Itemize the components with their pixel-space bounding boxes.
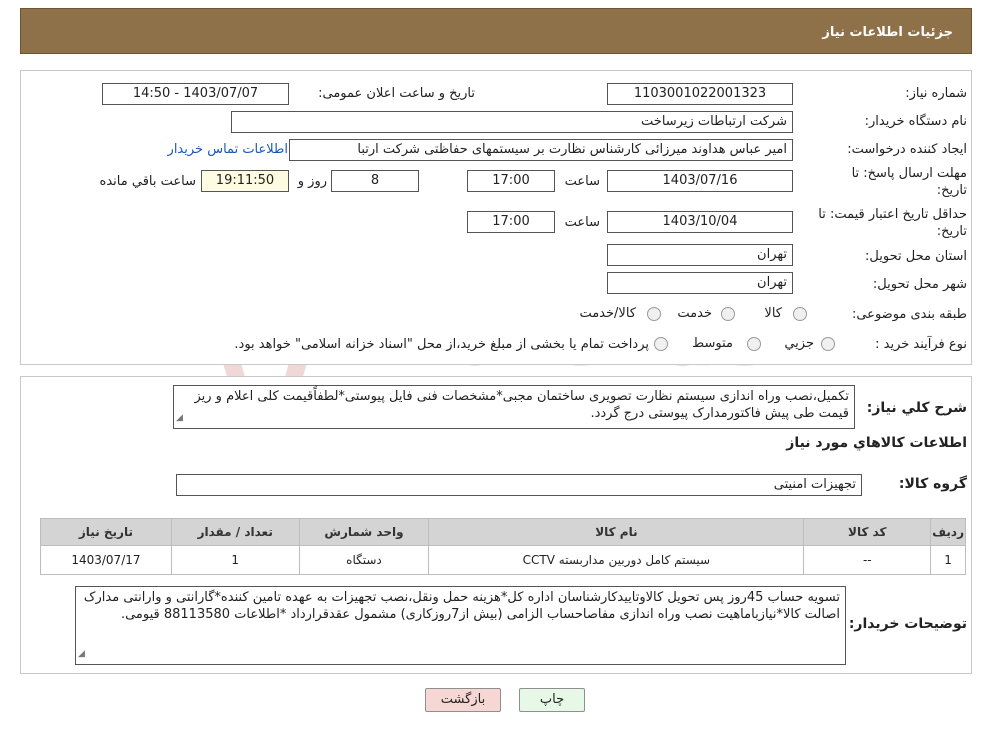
category-option-goods: کالا (764, 306, 782, 321)
province-field[interactable]: تهران (607, 244, 793, 266)
province-label: استان محل تحویل: (865, 249, 967, 264)
summary-text: تکمیل،نصب وراه اندازی سیستم نظارت تصویری… (194, 389, 849, 421)
buyer-notes-textarea[interactable]: تسویه حساب 45روز پس تحویل کالاوتاییدکارش… (75, 586, 846, 665)
cell-item-code: -- (803, 545, 932, 575)
cell-row-number: 1 (930, 545, 966, 575)
category-option-goods-service: کالا/خدمت (579, 306, 636, 321)
days-label: روز و (297, 174, 327, 189)
resize-grip-icon[interactable]: ◢ (78, 646, 85, 663)
process-option-medium: متوسط (692, 336, 733, 351)
summary-textarea[interactable]: تکمیل،نصب وراه اندازی سیستم نظارت تصویری… (173, 385, 855, 429)
process-label: نوع فرآیند خرید : (875, 337, 967, 352)
table-header-row: ردیف کد کالا نام کالا واحد شمارش تعداد /… (40, 518, 966, 546)
goods-table: ردیف کد کالا نام کالا واحد شمارش تعداد /… (40, 518, 966, 575)
resize-grip-icon[interactable]: ◢ (176, 410, 183, 427)
goods-info-title: اطلاعات کالاهاي مورد نياز (786, 435, 967, 451)
cell-unit: دستگاه (298, 545, 430, 575)
cell-quantity: 1 (170, 545, 300, 575)
deadline-time-label: ساعت (564, 174, 600, 189)
buyer-contact-link[interactable]: اطلاعات تماس خریدار (168, 142, 288, 157)
days-remaining-field: 8 (331, 170, 419, 192)
cell-need-date: 1403/07/17 (40, 545, 172, 575)
category-label: طبقه بندی موضوعی: (851, 307, 967, 322)
goods-group-field[interactable]: تجهیزات امنیتی (176, 474, 862, 496)
need-number-label: شماره نیاز: (905, 86, 967, 101)
col-header-row-number: ردیف (930, 518, 966, 546)
col-header-need-date: تاریخ نیاز (40, 518, 172, 546)
price-validity-label-date: تاریخ: (936, 224, 967, 239)
category-radio-goods[interactable] (793, 307, 807, 321)
summary-label: شرح کلي نياز: (866, 400, 967, 416)
print-button[interactable]: چاپ (519, 688, 585, 712)
process-option-minor: جزیي (784, 336, 814, 351)
process-radio-treasury[interactable] (654, 337, 668, 351)
process-radio-medium[interactable] (747, 337, 761, 351)
city-label: شهر محل تحویل: (872, 277, 967, 292)
price-validity-label: حداقل تاریخ اعتبار قیمت: تا (818, 207, 967, 222)
process-note: پرداخت تمام یا بخشی از مبلغ خرید،از محل … (234, 337, 649, 352)
announce-datetime-field[interactable]: 1403/07/07 - 14:50 (102, 83, 289, 105)
requester-label: ایجاد کننده درخواست: (847, 142, 967, 157)
back-button[interactable]: بازگشت (425, 688, 501, 712)
validity-date-field[interactable]: 1403/10/04 (607, 211, 793, 233)
buyer-org-field[interactable]: شرکت ارتباطات زیرساخت (231, 111, 793, 133)
col-header-item-name: نام کالا (428, 518, 805, 546)
cell-item-name: سیستم کامل دوربین مداربسته CCTV (428, 545, 805, 575)
goods-group-label: گروه کالا: (898, 476, 967, 492)
page-title: جزئیات اطلاعات نیاز (822, 25, 953, 40)
need-number-field[interactable]: 1103001022001323 (607, 83, 793, 105)
buyer-notes-text: تسویه حساب 45روز پس تحویل کالاوتاییدکارش… (83, 590, 840, 622)
col-header-quantity: تعداد / مقدار (170, 518, 300, 546)
page-header: جزئیات اطلاعات نیاز (20, 8, 972, 54)
deadline-time-field[interactable]: 17:00 (467, 170, 555, 192)
deadline-label: مهلت ارسال پاسخ: تا (851, 166, 967, 181)
col-header-item-code: کد کالا (803, 518, 932, 546)
city-field[interactable]: تهران (607, 272, 793, 294)
buyer-notes-label: توضیحات خریدار: (848, 616, 967, 632)
announce-label: تاریخ و ساعت اعلان عمومی: (318, 86, 475, 101)
process-radio-minor[interactable] (821, 337, 835, 351)
buyer-org-label: نام دستگاه خریدار: (864, 114, 967, 129)
remaining-label: ساعت باقي مانده (99, 174, 196, 189)
deadline-label-date: تاریخ: (936, 183, 967, 198)
col-header-unit: واحد شمارش (298, 518, 430, 546)
category-radio-goods-service[interactable] (647, 307, 661, 321)
table-row[interactable]: 1 -- سیستم کامل دوربین مداربسته CCTV دست… (40, 545, 966, 575)
requester-field[interactable]: امیر عباس هداوند میرزائی کارشناس نظارت ب… (289, 139, 793, 161)
validity-time-label: ساعت (564, 215, 600, 230)
category-option-service: خدمت (677, 306, 712, 321)
category-radio-service[interactable] (721, 307, 735, 321)
time-remaining-field: 19:11:50 (201, 170, 289, 192)
validity-time-field[interactable]: 17:00 (467, 211, 555, 233)
deadline-date-field[interactable]: 1403/07/16 (607, 170, 793, 192)
